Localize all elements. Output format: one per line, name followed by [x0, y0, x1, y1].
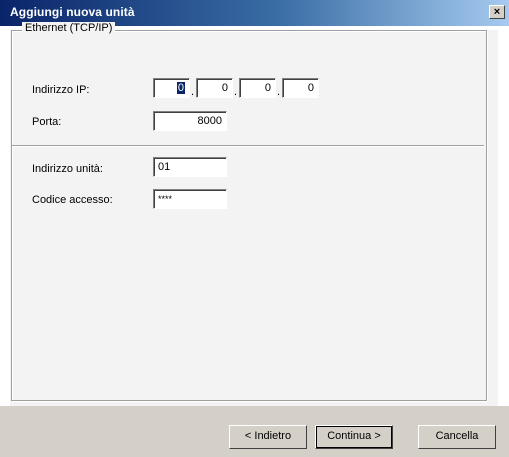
port-field[interactable]: 8000 — [153, 111, 227, 131]
back-button[interactable]: < Indietro — [229, 425, 307, 449]
ip-dot-3: . — [277, 86, 281, 98]
access-code-field[interactable]: **** — [153, 189, 227, 209]
group-legend: Ethernet (TCP/IP) — [22, 22, 116, 34]
ip-dot-2: . — [234, 86, 238, 98]
add-unit-dialog: Aggiungi nuova unità × Ethernet (TCP/IP)… — [0, 0, 509, 457]
cancel-button[interactable]: Cancella — [418, 425, 496, 449]
ip-octet-4[interactable]: 0 — [282, 78, 319, 98]
dialog-title: Aggiungi nuova unità — [10, 5, 135, 19]
ip-label: Indirizzo IP: — [32, 84, 90, 96]
ip-octet-3[interactable]: 0 — [239, 78, 276, 98]
next-button[interactable]: Continua > — [315, 425, 393, 449]
ip-octet-1[interactable]: 0 — [153, 78, 190, 98]
ip-dot-1: . — [191, 86, 195, 98]
close-icon: × — [493, 6, 501, 18]
close-button[interactable]: × — [489, 5, 505, 19]
ip-octet-2[interactable]: 0 — [196, 78, 233, 98]
access-code-label: Codice accesso: — [32, 194, 113, 206]
port-label: Porta: — [32, 116, 62, 128]
unit-address-label: Indirizzo unità: — [32, 163, 103, 175]
unit-address-field[interactable]: 01 — [153, 157, 227, 177]
group-separator — [12, 145, 484, 147]
